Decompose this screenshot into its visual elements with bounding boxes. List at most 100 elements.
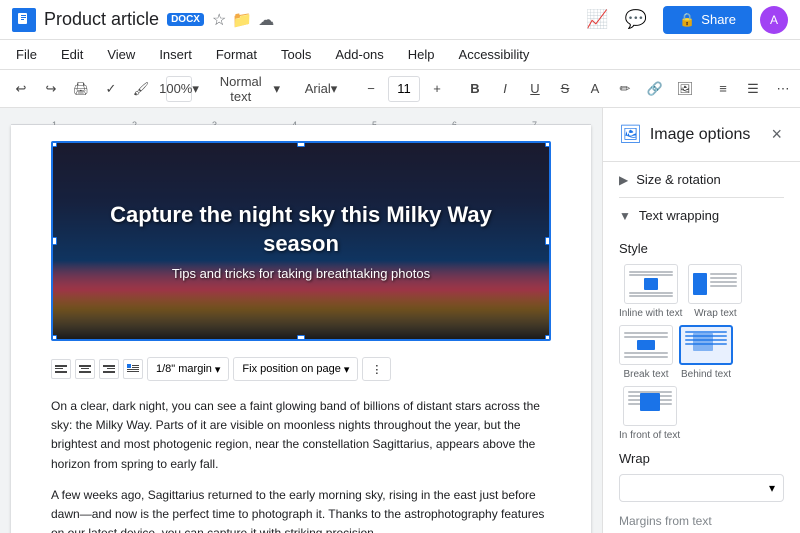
size-rotation-section: ▶ Size & rotation — [603, 162, 800, 198]
more-button[interactable]: ⋯ — [770, 76, 796, 102]
wrap-text-option[interactable]: Wrap text — [688, 264, 742, 319]
wrap-behind-option[interactable]: Behind text — [679, 325, 733, 380]
margin-chevron: ▾ — [215, 363, 221, 376]
margin-button[interactable]: 1/8" margin ▾ — [147, 357, 229, 381]
wrap-break-label: Break text — [623, 369, 668, 380]
wrap-break-option[interactable]: Break text — [619, 325, 673, 380]
cloud-icon[interactable]: ☁ — [258, 10, 274, 30]
handle-tl[interactable] — [51, 141, 57, 147]
wrap-inline-option[interactable]: Inline with text — [619, 264, 682, 319]
wrap-dropdown-label: Wrap — [619, 451, 784, 466]
menu-view[interactable]: View — [103, 45, 139, 64]
wrap-section: Wrap ▾ — [619, 451, 784, 502]
title-bar: Product article DOCX ☆ 📁 ☁ 📈 💬 🔒 Share A — [0, 0, 800, 40]
position-chevron: ▾ — [344, 363, 350, 376]
wrap-inline-icon — [624, 264, 678, 304]
paint-format-button[interactable]: 🖌 — [128, 76, 154, 102]
wrap-break-icon — [619, 325, 673, 365]
link-button[interactable]: 🔗 — [642, 76, 668, 102]
increase-font[interactable]: + — [424, 76, 450, 102]
wrap-icon[interactable] — [123, 359, 143, 379]
handle-tm[interactable] — [297, 141, 305, 147]
handle-tr[interactable] — [545, 141, 551, 147]
position-button[interactable]: Fix position on page ▾ — [233, 357, 358, 381]
doc-paragraph-2: A few weeks ago, Sagittarius returned to… — [51, 486, 551, 533]
image-toolbar: 1/8" margin ▾ Fix position on page ▾ ⋮ — [51, 353, 551, 385]
main-area: 1 2 3 4 5 6 7 Capture the night sky this… — [0, 108, 800, 533]
spellcheck-button[interactable]: ✓ — [98, 76, 124, 102]
selected-image[interactable]: Capture the night sky this Milky Way sea… — [51, 141, 551, 341]
folder-icon[interactable]: 📁 — [232, 10, 252, 30]
handle-ml[interactable] — [51, 237, 57, 245]
sidebar-title: Image options — [650, 126, 770, 144]
underline-button[interactable]: U — [522, 76, 548, 102]
text-wrapping-section: ▼ Text wrapping Style — [603, 198, 800, 533]
position-label: Fix position on page — [242, 363, 340, 375]
font-size-input[interactable] — [388, 76, 420, 102]
strikethrough-button[interactable]: S — [552, 76, 578, 102]
avatar[interactable]: A — [760, 6, 788, 34]
decrease-font[interactable]: − — [358, 76, 384, 102]
image-button[interactable]: 🖼 — [672, 76, 698, 102]
wrap-dropdown[interactable]: ▾ — [619, 474, 784, 502]
star-icon[interactable]: ☆ — [212, 10, 226, 30]
doc-page: Capture the night sky this Milky Way sea… — [11, 125, 591, 533]
print-button[interactable]: 🖨 — [68, 76, 94, 102]
text-wrapping-header[interactable]: ▼ Text wrapping — [603, 198, 800, 233]
menu-bar: File Edit View Insert Format Tools Add-o… — [0, 40, 800, 70]
wrap-front-icon — [623, 386, 677, 426]
text-color-button[interactable]: A — [582, 76, 608, 102]
image-subtitle: Tips and tricks for taking breathtaking … — [78, 266, 524, 281]
list-button[interactable]: ☰ — [740, 76, 766, 102]
italic-button[interactable]: I — [492, 76, 518, 102]
menu-file[interactable]: File — [12, 45, 41, 64]
align-right-icon[interactable] — [99, 359, 119, 379]
handle-bl[interactable] — [51, 335, 57, 341]
wrap-dropdown-arrow: ▾ — [769, 481, 775, 495]
align-left-icon[interactable] — [51, 359, 71, 379]
wrap-front-option[interactable]: In front of text — [619, 386, 680, 441]
sidebar: 🖼 Image options × ▶ Size & rotation ▼ Te… — [602, 108, 800, 533]
wrap-behind-label: Behind text — [681, 369, 731, 380]
menu-help[interactable]: Help — [404, 45, 439, 64]
wrap-front-label: In front of text — [619, 430, 680, 441]
menu-insert[interactable]: Insert — [155, 45, 196, 64]
close-button[interactable]: × — [769, 122, 784, 147]
wrapping-label: Text wrapping — [639, 208, 719, 223]
menu-format[interactable]: Format — [212, 45, 261, 64]
redo-button[interactable]: ↪ — [38, 76, 64, 102]
activity-icon[interactable]: 📈 — [586, 9, 608, 30]
undo-button[interactable]: ↩ — [8, 76, 34, 102]
sidebar-image-icon: 🖼 — [619, 124, 642, 145]
menu-addons[interactable]: Add-ons — [331, 45, 387, 64]
doc-paragraph-1: On a clear, dark night, you can see a fa… — [51, 397, 551, 474]
wrapping-options: Inline with text — [619, 264, 784, 441]
menu-tools[interactable]: Tools — [277, 45, 315, 64]
share-button[interactable]: 🔒 Share — [663, 6, 752, 34]
align-center-icon[interactable] — [75, 359, 95, 379]
zoom-selector[interactable]: 100% ▾ — [166, 76, 192, 102]
wrap-behind-icon — [679, 325, 733, 365]
more-options-button[interactable]: ⋮ — [362, 357, 391, 381]
doc-area: 1 2 3 4 5 6 7 Capture the night sky this… — [0, 108, 602, 533]
menu-edit[interactable]: Edit — [57, 45, 87, 64]
bold-button[interactable]: B — [462, 76, 488, 102]
doc-badge: DOCX — [167, 13, 204, 26]
align-button[interactable]: ≡ — [710, 76, 736, 102]
handle-bm[interactable] — [297, 335, 305, 341]
handle-br[interactable] — [545, 335, 551, 341]
highlight-button[interactable]: ✏ — [612, 76, 638, 102]
toolbar: ↩ ↪ 🖨 ✓ 🖌 100% ▾ Normal text ▾ Arial ▾ −… — [0, 70, 800, 108]
lock-icon: 🔒 — [679, 12, 695, 28]
size-label: Size & rotation — [636, 172, 721, 187]
sidebar-header: 🖼 Image options × — [603, 108, 800, 162]
comment-icon[interactable]: 💬 — [625, 9, 647, 30]
size-rotation-header[interactable]: ▶ Size & rotation — [603, 162, 800, 197]
menu-accessibility[interactable]: Accessibility — [455, 45, 534, 64]
margins-label: Margins from text — [619, 514, 784, 528]
font-selector[interactable]: Arial ▾ — [296, 76, 346, 102]
wrap-text-icon — [688, 264, 742, 304]
wrapping-chevron-down: ▼ — [619, 209, 631, 223]
handle-mr[interactable] — [545, 237, 551, 245]
style-selector[interactable]: Normal text ▾ — [204, 76, 284, 102]
